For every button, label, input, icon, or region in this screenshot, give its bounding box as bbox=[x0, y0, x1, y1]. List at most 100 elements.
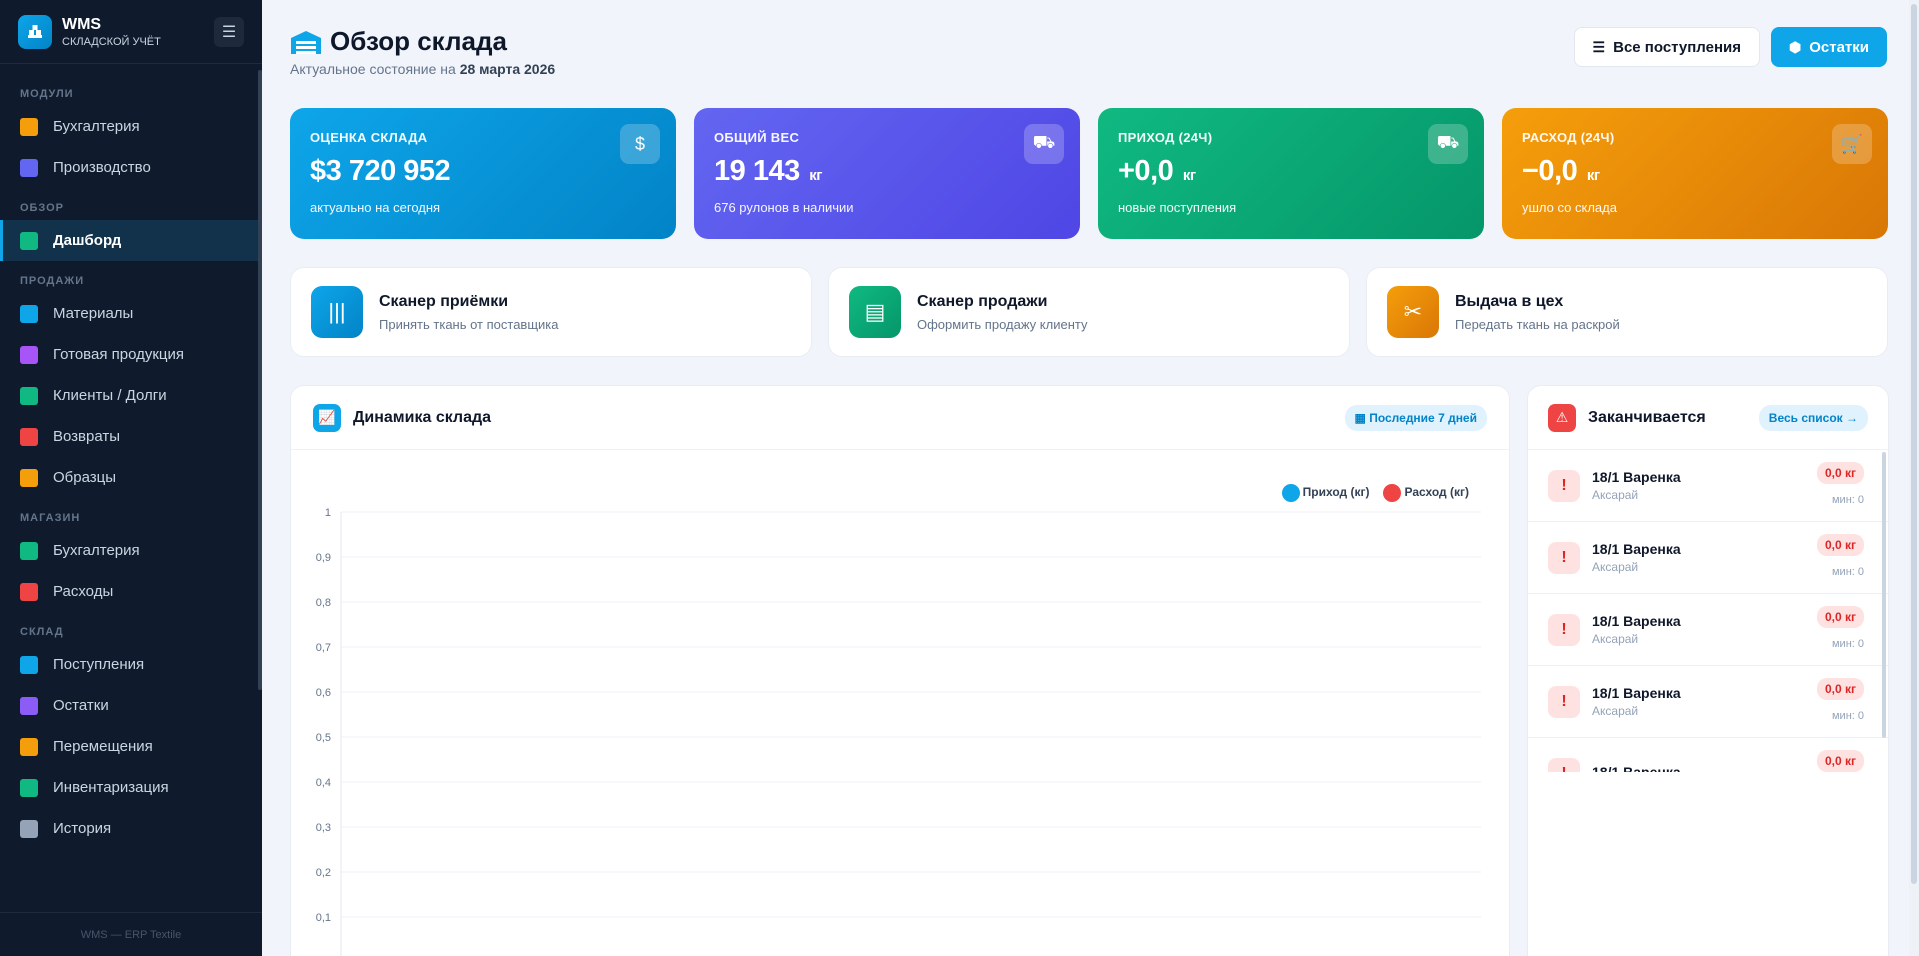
sidebar-item-label: Поступления bbox=[53, 656, 145, 673]
sidebar-nav: МОДУЛИ Бухгалтерия Производство ОБЗОР Да… bbox=[0, 64, 262, 912]
quick-action-title: Сканер приёмки bbox=[379, 292, 509, 310]
quick-action-issue-to-workshop[interactable]: ✂ Выдача в цех Передать ткань на раскрой bbox=[1366, 267, 1888, 357]
clipboard-check-icon bbox=[20, 778, 38, 797]
kpi-unit: кг bbox=[809, 167, 823, 184]
kpi-total-weight: ОБЩИЙ ВЕС 19 143 кг 676 рулонов в наличи… bbox=[694, 108, 1080, 239]
alert-icon: ! bbox=[1548, 469, 1580, 502]
sidebar-item-2-2[interactable]: Клиенты / Долги bbox=[0, 375, 262, 416]
sidebar-item-1-0[interactable]: Производство bbox=[0, 147, 262, 188]
sidebar-item-3-2[interactable]: Возвраты bbox=[0, 416, 262, 457]
low-stock-scrollbar[interactable] bbox=[1882, 452, 1886, 738]
y-tick-label: 0,3 bbox=[316, 822, 331, 834]
cubes-icon bbox=[20, 696, 38, 715]
sidebar-item-label: Клиенты / Долги bbox=[53, 387, 167, 404]
quick-action-title: Сканер продажи bbox=[917, 292, 1048, 310]
users-icon bbox=[20, 386, 38, 405]
item-min: мин: 0 bbox=[1831, 494, 1864, 506]
hamburger-icon: ☰ bbox=[221, 23, 237, 41]
undo-icon bbox=[20, 427, 38, 446]
item-supplier: Аксарай bbox=[1592, 632, 1639, 646]
pie-chart-icon bbox=[20, 231, 38, 250]
y-tick-label: 0,6 bbox=[316, 687, 331, 699]
sidebar-item-0-4[interactable]: Поступления bbox=[0, 644, 262, 685]
cash-register-icon: ▤ bbox=[849, 286, 901, 338]
low-stock-item[interactable]: ! 18/1 Варенка Аксарай 0,0 кг мин: 0 bbox=[1528, 666, 1888, 738]
sidebar-section-title: ПРОДАЖИ bbox=[20, 275, 85, 287]
page-scrollbar[interactable] bbox=[1909, 0, 1919, 956]
sidebar-item-label: Производство bbox=[53, 159, 151, 176]
low-stock-item[interactable]: ! 18/1 Варенка Аксарай 0,0 кг мин: 0 bbox=[1528, 594, 1888, 666]
cart-icon: 🛒 bbox=[1832, 124, 1872, 164]
sidebar-item-0-3[interactable]: Бухгалтерия bbox=[0, 530, 262, 571]
all-receipts-button[interactable]: ☰ Все поступления bbox=[1573, 27, 1760, 67]
quick-action-sale-scanner[interactable]: ▤ Сканер продажи Оформить продажу клиенту bbox=[828, 267, 1350, 357]
warning-icon: ⚠ bbox=[1548, 403, 1576, 432]
sidebar-section-title: МОДУЛИ bbox=[20, 88, 74, 100]
y-tick-label: 0,9 bbox=[316, 552, 331, 564]
kpi-number: +0,0 bbox=[1118, 155, 1174, 187]
all-receipts-label: Все поступления bbox=[1613, 38, 1741, 56]
stock-button[interactable]: ⬢ Остатки bbox=[1770, 27, 1887, 67]
kpi-number: 19 143 bbox=[714, 155, 800, 187]
kpi-description: ушло со склада bbox=[1522, 200, 1617, 215]
sidebar-header: WMS СКЛАДСКОЙ УЧЁТ ☰ bbox=[0, 0, 262, 64]
kpi-value: 19 143 кг bbox=[714, 155, 1060, 188]
current-date: 28 марта 2026 bbox=[459, 61, 556, 77]
sidebar-item-1-2[interactable]: Готовая продукция bbox=[0, 334, 262, 375]
sidebar-item-0-0[interactable]: Бухгалтерия bbox=[0, 106, 262, 147]
sidebar-section-title: ОБЗОР bbox=[20, 202, 64, 214]
sidebar-item-2-4[interactable]: Перемещения bbox=[0, 726, 262, 767]
menu-toggle-button[interactable]: ☰ bbox=[214, 16, 244, 47]
sidebar: WMS СКЛАДСКОЙ УЧЁТ ☰ МОДУЛИ Бухгалтерия … bbox=[0, 0, 262, 956]
sidebar-item-1-4[interactable]: Остатки bbox=[0, 685, 262, 726]
item-name: 18/1 Варенка bbox=[1592, 541, 1681, 557]
low-stock-item[interactable]: ! 18/1 Варенка 0,0 кг bbox=[1528, 738, 1888, 772]
range-badge[interactable]: ▦ Последние 7 дней bbox=[1344, 404, 1487, 431]
kpi-stock-value: ОЦЕНКА СКЛАДА $3 720 952 актуально на се… bbox=[290, 108, 676, 239]
low-stock-item[interactable]: ! 18/1 Варенка Аксарай 0,0 кг мин: 0 bbox=[1528, 522, 1888, 594]
low-stock-item[interactable]: ! 18/1 Варенка Аксарай 0,0 кг мин: 0 bbox=[1528, 450, 1888, 522]
receipt-icon bbox=[20, 582, 38, 601]
y-tick-label: 0,7 bbox=[316, 642, 331, 654]
sidebar-item-label: Образцы bbox=[53, 469, 117, 486]
y-tick-label: 0,1 bbox=[316, 912, 331, 924]
alert-icon: ! bbox=[1548, 613, 1580, 646]
stock-dynamics-header: 📈 Динамика склада ▦ Последние 7 дней bbox=[291, 386, 1509, 450]
sidebar-item-4-4[interactable]: История bbox=[0, 808, 262, 849]
item-qty: 0,0 кг bbox=[1816, 678, 1864, 700]
y-tick-label: 1 bbox=[325, 507, 331, 519]
item-name: 18/1 Варенка bbox=[1592, 685, 1681, 701]
swatch-icon bbox=[20, 468, 38, 487]
item-min: мин: 0 bbox=[1831, 638, 1864, 650]
kpi-label: ОЦЕНКА СКЛАДА bbox=[310, 130, 428, 145]
sidebar-item-3-4[interactable]: Инвентаризация bbox=[0, 767, 262, 808]
sidebar-item-0-1[interactable]: Дашборд bbox=[0, 220, 262, 261]
kpi-label: ПРИХОД (24Ч) bbox=[1118, 130, 1213, 145]
sidebar-item-label: Бухгалтерия bbox=[53, 542, 140, 559]
list-icon: ☰ bbox=[1592, 38, 1606, 55]
app-subtitle: СКЛАДСКОЙ УЧЁТ bbox=[62, 35, 161, 48]
sidebar-item-label: Дашборд bbox=[53, 232, 122, 249]
y-tick-label: 0,8 bbox=[316, 597, 331, 609]
sidebar-item-4-2[interactable]: Образцы bbox=[0, 457, 262, 498]
stock-dynamics-chart: 00,10,20,30,40,50,60,70,80,91 bbox=[316, 507, 1481, 956]
stock-label: Остатки bbox=[1809, 38, 1869, 56]
sidebar-item-label: История bbox=[53, 820, 112, 837]
alert-icon: ! bbox=[1548, 757, 1580, 772]
item-min: мин: 0 bbox=[1831, 566, 1864, 578]
alert-icon: ! bbox=[1548, 685, 1580, 718]
arrow-right-icon: → bbox=[1846, 410, 1858, 425]
weight-icon: ⛟ bbox=[1024, 124, 1064, 164]
low-stock-title: Заканчивается bbox=[1588, 408, 1706, 426]
kpi-value: −0,0 кг bbox=[1522, 155, 1868, 188]
item-name: 18/1 Варенка bbox=[1592, 764, 1681, 772]
y-tick-label: 0,4 bbox=[316, 777, 331, 789]
history-icon bbox=[20, 819, 38, 838]
low-stock-header: ⚠ Заканчивается Весь список → bbox=[1528, 386, 1888, 450]
sidebar-item-1-3[interactable]: Расходы bbox=[0, 571, 262, 612]
view-all-link[interactable]: Весь список → bbox=[1758, 404, 1868, 431]
low-stock-card: ⚠ Заканчивается Весь список → ! 18/1 Вар… bbox=[1527, 385, 1889, 956]
quick-action-receive-scanner[interactable]: ||| Сканер приёмки Принять ткань от поста… bbox=[290, 267, 812, 357]
sidebar-item-0-2[interactable]: Материалы bbox=[0, 293, 262, 334]
store-icon bbox=[20, 541, 38, 560]
